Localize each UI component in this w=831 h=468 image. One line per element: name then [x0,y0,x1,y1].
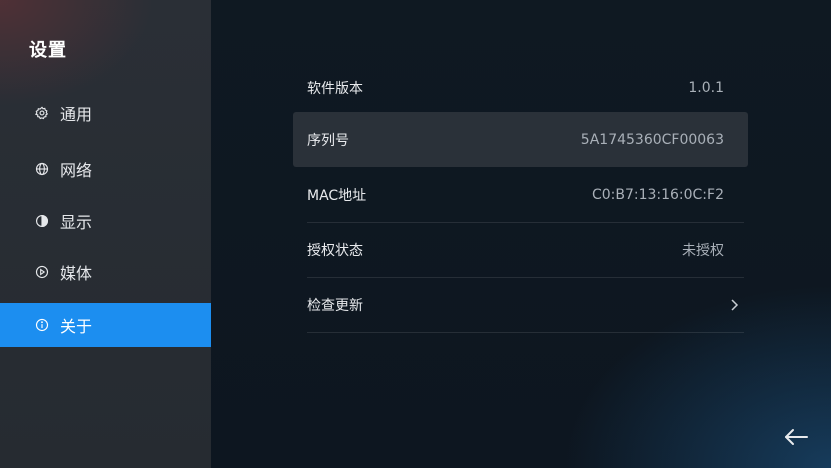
back-arrow-icon[interactable] [783,426,809,448]
row-label: 授权状态 [307,243,363,259]
sidebar-item-general[interactable]: 通用 [0,91,211,135]
sidebar-item-about[interactable]: 关于 [0,303,211,347]
row-value: C0:B7:13:16:0C:F2 [591,187,724,203]
globe-icon [35,162,49,176]
row-label: 序列号 [307,132,349,149]
play-icon [35,265,49,279]
info-icon [35,318,49,332]
row-check-update[interactable]: 检查更新 [307,278,744,333]
sidebar-item-label: 显示 [60,213,93,232]
row-label: MAC地址 [307,188,367,204]
sidebar-item-label: 网络 [60,161,93,180]
row-label: 检查更新 [307,298,363,314]
row-label: 软件版本 [307,81,363,97]
sidebar-item-label: 媒体 [60,264,93,283]
sidebar-item-display[interactable]: 显示 [0,199,211,243]
sidebar-item-label: 通用 [60,105,93,124]
sidebar-item-network[interactable]: 网络 [0,147,211,191]
row-mac-address: MAC地址 C0:B7:13:16:0C:F2 [307,168,744,223]
sidebar-item-media[interactable]: 媒体 [0,250,211,294]
settings-screen: 设置 通用 网络 显示 媒体 关于 软件版本 1.0.1 序列号 5A17453… [0,0,831,468]
gear-icon [35,106,49,120]
display-icon [35,214,49,228]
row-serial-number[interactable]: 序列号 5A1745360CF00063 [293,112,748,167]
chevron-right-icon [731,299,739,311]
row-value: 1.0.1 [688,80,724,96]
row-value: 未授权 [682,243,724,259]
sidebar-title: 设置 [29,40,67,61]
row-software-version: 软件版本 1.0.1 [307,61,744,116]
row-license-status: 授权状态 未授权 [307,223,744,278]
sidebar-item-label: 关于 [60,317,93,336]
sidebar: 设置 通用 网络 显示 媒体 关于 [0,0,211,468]
row-value: 5A1745360CF00063 [580,131,724,148]
